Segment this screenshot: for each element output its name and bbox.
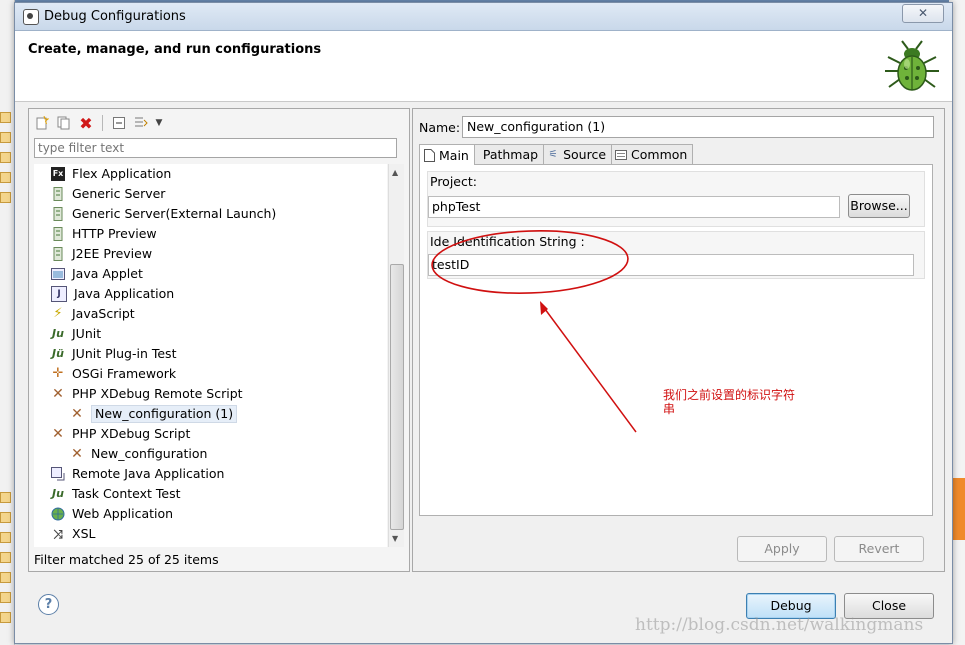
duplicate-configuration-icon[interactable] bbox=[55, 114, 73, 132]
list-toolbar: ✖ ▼ bbox=[33, 113, 164, 133]
server-icon bbox=[51, 187, 65, 201]
project-field[interactable]: phpTest bbox=[428, 196, 840, 218]
tab-bar: Main Pathmap ⚟ Source Common bbox=[419, 144, 694, 165]
xdebug-icon: ✕ bbox=[71, 406, 83, 422]
xdebug-icon: ✕ bbox=[71, 446, 83, 462]
remote-java-icon bbox=[51, 467, 65, 481]
annotation-text: 我们之前设置的标识字符串 bbox=[663, 388, 796, 416]
scroll-thumb[interactable] bbox=[390, 264, 404, 530]
tree-item-junit[interactable]: Ju JUnit bbox=[51, 324, 101, 344]
tab-common[interactable]: Common bbox=[611, 144, 694, 164]
project-label: Project: bbox=[430, 174, 477, 189]
debug-configurations-dialog: Debug Configurations ✕ Create, manage, a… bbox=[14, 2, 953, 644]
server-icon bbox=[51, 247, 65, 261]
collapse-all-icon[interactable] bbox=[110, 114, 128, 132]
tree-item-php-xdebug-script[interactable]: ✕ PHP XDebug Script bbox=[51, 424, 190, 444]
tree-item-j2ee-preview[interactable]: J2EE Preview bbox=[51, 244, 152, 264]
new-configuration-icon[interactable] bbox=[33, 114, 51, 132]
header-text: Create, manage, and run configurations bbox=[28, 42, 322, 57]
background-app-left bbox=[0, 0, 15, 645]
tree-item-remote-java-application[interactable]: Remote Java Application bbox=[51, 464, 224, 484]
applet-icon bbox=[51, 267, 65, 281]
junit-plugin-icon: Jü bbox=[52, 347, 64, 360]
tree-item-java-application[interactable]: J Java Application bbox=[51, 284, 174, 304]
scroll-down-icon[interactable]: ▼ bbox=[392, 534, 398, 543]
background-tree-icon bbox=[0, 492, 11, 503]
bug-icon bbox=[885, 40, 939, 91]
help-icon[interactable]: ? bbox=[38, 594, 59, 615]
tree-item-generic-server-external[interactable]: Generic Server(External Launch) bbox=[51, 204, 276, 224]
junit-icon: Ju bbox=[52, 327, 64, 340]
ide-identification-group: Ide Identification String : testID bbox=[427, 231, 925, 279]
xdebug-icon: ✕ bbox=[52, 386, 64, 402]
window-title: Debug Configurations bbox=[44, 9, 186, 24]
junit-icon: Ju bbox=[52, 487, 64, 500]
tree-item-xsl[interactable]: ⤨ XSL bbox=[51, 524, 95, 544]
tree-scrollbar[interactable]: ▲ ▼ bbox=[388, 164, 404, 547]
eclipse-window-icon bbox=[23, 9, 39, 25]
configuration-tree: Fx Flex Application Generic Server Gener… bbox=[34, 164, 387, 547]
main-tab-panel: Project: phpTest Browse... Ide Identific… bbox=[419, 164, 933, 516]
source-icon: ⚟ bbox=[548, 149, 558, 160]
tree-item-java-applet[interactable]: Java Applet bbox=[51, 264, 143, 284]
revert-button[interactable]: Revert bbox=[834, 536, 924, 562]
filter-configurations-icon[interactable] bbox=[132, 114, 150, 132]
tree-item-http-preview[interactable]: HTTP Preview bbox=[51, 224, 157, 244]
fx-icon: Fx bbox=[51, 167, 65, 181]
javascript-icon: ⚡ bbox=[53, 306, 63, 321]
background-tree-icon bbox=[0, 512, 11, 523]
tab-pathmap[interactable]: Pathmap bbox=[473, 144, 545, 164]
background-tree-icon bbox=[0, 152, 11, 163]
ide-identification-label: Ide Identification String : bbox=[430, 234, 585, 249]
toolbar-separator bbox=[102, 115, 103, 131]
name-field[interactable]: New_configuration (1) bbox=[462, 116, 934, 138]
background-tree-icon bbox=[0, 572, 11, 583]
tree-item-javascript[interactable]: ⚡ JavaScript bbox=[51, 304, 134, 324]
configuration-editor-pane: Name: New_configuration (1) Main Pathmap… bbox=[412, 108, 945, 572]
view-menu-icon[interactable]: ▼ bbox=[154, 114, 164, 132]
java-app-icon: J bbox=[51, 286, 67, 302]
tree-item-osgi-framework[interactable]: ✛ OSGi Framework bbox=[51, 364, 177, 384]
background-tree-icon bbox=[0, 592, 11, 603]
background-tree-icon bbox=[0, 612, 11, 623]
scroll-up-icon[interactable]: ▲ bbox=[392, 168, 398, 177]
osgi-icon: ✛ bbox=[52, 366, 64, 381]
configuration-list-pane: ✖ ▼ Fx Flex Application Generic Server G bbox=[28, 108, 410, 572]
background-tree-icon bbox=[0, 172, 11, 183]
tree-item-junit-plugin-test[interactable]: Jü JUnit Plug-in Test bbox=[51, 344, 176, 364]
apply-button[interactable]: Apply bbox=[737, 536, 827, 562]
xsl-icon: ⤨ bbox=[53, 527, 63, 541]
background-tree-icon bbox=[0, 192, 11, 203]
background-tree-icon bbox=[0, 112, 11, 123]
window-close-button[interactable]: ✕ bbox=[902, 4, 944, 23]
watermark-text: http://blog.csdn.net/walkingmans bbox=[635, 615, 924, 635]
name-label: Name: bbox=[419, 120, 461, 135]
tree-item-flex-application[interactable]: Fx Flex Application bbox=[51, 164, 171, 184]
background-tree-icon bbox=[0, 132, 11, 143]
filter-status-text: Filter matched 25 of 25 items bbox=[34, 552, 219, 567]
tree-item-new-configuration[interactable]: ✕ New_configuration bbox=[70, 444, 207, 464]
delete-configuration-icon[interactable]: ✖ bbox=[77, 114, 95, 133]
tree-item-new-configuration-1[interactable]: ✕ New_configuration (1) bbox=[70, 404, 238, 424]
dialog-header: Create, manage, and run configurations bbox=[15, 31, 952, 102]
document-icon bbox=[423, 148, 435, 162]
common-icon bbox=[615, 149, 628, 161]
ide-identification-field[interactable]: testID bbox=[428, 254, 914, 276]
background-tree-icon bbox=[0, 532, 11, 543]
tree-item-generic-server[interactable]: Generic Server bbox=[51, 184, 165, 204]
browse-button[interactable]: Browse... bbox=[848, 194, 910, 218]
tree-item-task-context-test[interactable]: Ju Task Context Test bbox=[51, 484, 180, 504]
title-bar[interactable]: Debug Configurations ✕ bbox=[15, 3, 952, 31]
server-icon bbox=[51, 227, 65, 241]
project-group: Project: phpTest Browse... bbox=[427, 171, 925, 227]
tree-item-web-application[interactable]: Web Application bbox=[51, 504, 173, 524]
xdebug-icon: ✕ bbox=[52, 426, 64, 442]
server-icon bbox=[51, 207, 65, 221]
filter-input[interactable] bbox=[34, 138, 397, 158]
globe-icon bbox=[51, 507, 65, 521]
tree-item-php-xdebug-remote-script[interactable]: ✕ PHP XDebug Remote Script bbox=[51, 384, 242, 404]
tab-source[interactable]: ⚟ Source bbox=[543, 144, 613, 164]
tab-main[interactable]: Main bbox=[419, 144, 475, 165]
background-tree-icon bbox=[0, 552, 11, 563]
